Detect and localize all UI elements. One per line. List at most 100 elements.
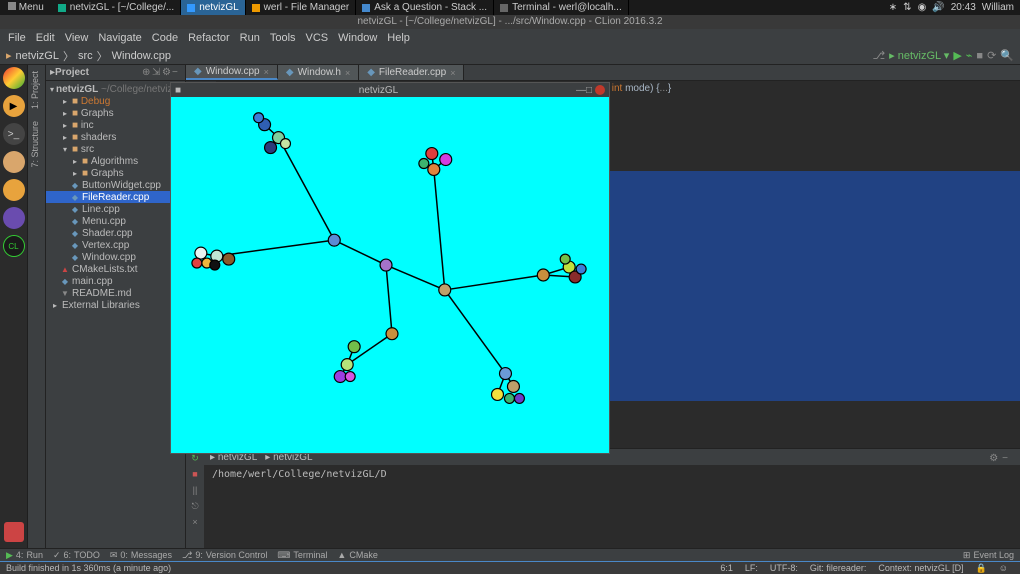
menu-view[interactable]: View [61, 32, 93, 44]
tree-line[interactable]: ◆Line.cpp [46, 203, 185, 215]
tool-vcs[interactable]: ⎇ 9: Version Control [182, 550, 267, 561]
tree-graphs2[interactable]: ▸■ Graphs [46, 167, 185, 179]
dock-play[interactable]: ▶ [3, 95, 25, 117]
dump-icon[interactable]: ⎋ [189, 501, 201, 513]
stop-run-icon[interactable]: ■ [189, 469, 201, 481]
search-icon[interactable]: 🔍 [1000, 49, 1014, 62]
breadcrumb-file[interactable]: Window.cpp [112, 50, 171, 62]
dock-app1[interactable] [3, 179, 25, 201]
menu-refactor[interactable]: Refactor [184, 32, 234, 44]
run-hide-icon[interactable]: − [1002, 453, 1008, 464]
menu-window[interactable]: Window [334, 32, 381, 44]
tree-external[interactable]: ▸External Libraries [46, 299, 185, 311]
dock-chrome[interactable] [3, 67, 25, 89]
side-tab-project[interactable]: 1: Project [28, 65, 42, 115]
close-icon[interactable]: × [264, 67, 269, 77]
tree-graphs[interactable]: ▸■ Graphs [46, 107, 185, 119]
tree-main[interactable]: ◆main.cpp [46, 275, 185, 287]
close-icon[interactable]: × [450, 68, 455, 78]
tree-algorithms[interactable]: ▸■ Algorithms [46, 155, 185, 167]
menu-help[interactable]: Help [383, 32, 414, 44]
tree-menu[interactable]: ◆Menu.cpp [46, 215, 185, 227]
system-menu[interactable]: Menu [0, 2, 52, 13]
tree-readme[interactable]: ▼README.md [46, 287, 185, 299]
hector-icon[interactable]: ☺ [993, 563, 1014, 573]
task-terminal[interactable]: Terminal - werl@localh... [494, 0, 629, 15]
wifi-icon[interactable]: ◉ [918, 2, 927, 13]
maximize-icon[interactable]: □ [586, 85, 592, 96]
tool-messages[interactable]: ✉ 0: Messages [110, 550, 172, 561]
event-log[interactable]: ⊞ Event Log [963, 550, 1014, 561]
close-window-icon[interactable] [595, 85, 605, 95]
tool-cmake[interactable]: ▲ CMake [337, 550, 377, 560]
clock[interactable]: 20:43 [951, 2, 976, 13]
autoscroll-icon[interactable]: ⊕ [141, 67, 151, 78]
volume-icon[interactable]: 🔊 [932, 2, 944, 13]
run-output[interactable]: /home/werl/College/netvizGL/D [204, 465, 1020, 484]
tree-inc[interactable]: ▸■ inc [46, 119, 185, 131]
dock-clion[interactable]: CL [3, 235, 25, 257]
tree-buttonwidget[interactable]: ◆ButtonWidget.cpp [46, 179, 185, 191]
debug-icon[interactable]: ⌁ [966, 49, 973, 62]
tool-terminal[interactable]: ⌨ Terminal [277, 550, 327, 561]
collapse-icon[interactable]: ⇲ [151, 67, 161, 78]
breadcrumb-root[interactable]: netvizGL [16, 50, 59, 62]
update-icon[interactable]: ⟳ [987, 49, 996, 62]
gl-canvas[interactable] [171, 97, 609, 453]
bluetooth-icon[interactable]: ∗ [889, 2, 897, 13]
pause-icon[interactable]: || [189, 485, 201, 497]
rerun-icon[interactable]: ↻ [189, 453, 201, 465]
task-netvizgl[interactable]: netvizGL [181, 0, 245, 15]
status-pos[interactable]: 6:1 [714, 563, 739, 573]
tree-shader[interactable]: ◆Shader.cpp [46, 227, 185, 239]
tool-run[interactable]: ▶ 4: Run [6, 550, 43, 561]
tree-root[interactable]: ▾netvizGL ~/College/netvizGL [46, 83, 185, 95]
build-icon[interactable]: ⎇ [872, 49, 885, 62]
tree-debug[interactable]: ▸■ Debug [46, 95, 185, 107]
task-clion[interactable]: netvizGL - [~/College/... [52, 0, 181, 15]
stop-icon[interactable]: ■ [976, 50, 983, 62]
dock-files[interactable] [3, 151, 25, 173]
tree-src[interactable]: ▾■ src [46, 143, 185, 155]
run-config-dropdown[interactable]: ▸ netvizGL ▾ [889, 49, 949, 62]
status-le[interactable]: LF: [739, 563, 764, 573]
breadcrumb-src[interactable]: src [78, 50, 93, 62]
tree-cmakelists[interactable]: ▲CMakeLists.txt [46, 263, 185, 275]
task-filemanager[interactable]: werl - File Manager [246, 0, 357, 15]
tab-window-cpp[interactable]: ◆Window.cpp× [186, 65, 278, 80]
status-context[interactable]: Context: netvizGL [D] [872, 563, 969, 573]
hide-icon[interactable]: − [171, 67, 181, 78]
gear-icon[interactable]: ⚙ [161, 67, 171, 78]
dock-terminal[interactable]: >_ [3, 123, 25, 145]
gl-window-titlebar[interactable]: ■ netvizGL — □ [171, 83, 609, 97]
menu-code[interactable]: Code [148, 32, 182, 44]
menu-tools[interactable]: Tools [266, 32, 300, 44]
status-git[interactable]: Git: filereader: [804, 563, 873, 573]
run-settings-icon[interactable]: ⚙ [989, 453, 998, 464]
tab-filereader-cpp[interactable]: ◆FileReader.cpp× [359, 65, 464, 80]
lock-icon[interactable]: 🔒 [970, 563, 993, 574]
user-label[interactable]: William [982, 2, 1014, 13]
tree-shaders[interactable]: ▸■ shaders [46, 131, 185, 143]
run-icon[interactable]: ▶ [953, 49, 961, 62]
tree-filereader[interactable]: ◆FileReader.cpp [46, 191, 185, 203]
menu-run[interactable]: Run [236, 32, 264, 44]
task-browser[interactable]: Ask a Question - Stack ... [356, 0, 494, 15]
side-tab-structure[interactable]: 7: Structure [28, 115, 42, 174]
dock-trash[interactable] [4, 522, 24, 542]
close-icon[interactable]: × [345, 68, 350, 78]
menu-file[interactable]: File [4, 32, 30, 44]
menu-edit[interactable]: Edit [32, 32, 59, 44]
network-icon[interactable]: ⇅ [903, 2, 911, 13]
tab-window-h[interactable]: ◆Window.h× [278, 65, 359, 80]
status-enc[interactable]: UTF-8: [764, 563, 804, 573]
tree-window[interactable]: ◆Window.cpp [46, 251, 185, 263]
dock-vscode[interactable] [3, 207, 25, 229]
menu-vcs[interactable]: VCS [302, 32, 333, 44]
menu-navigate[interactable]: Navigate [94, 32, 145, 44]
gl-window[interactable]: ■ netvizGL — □ [170, 82, 610, 454]
minimize-icon[interactable]: — [576, 85, 586, 96]
close-run-icon[interactable]: × [189, 517, 201, 529]
tool-todo[interactable]: ✓ 6: TODO [53, 550, 100, 561]
tree-vertex[interactable]: ◆Vertex.cpp [46, 239, 185, 251]
